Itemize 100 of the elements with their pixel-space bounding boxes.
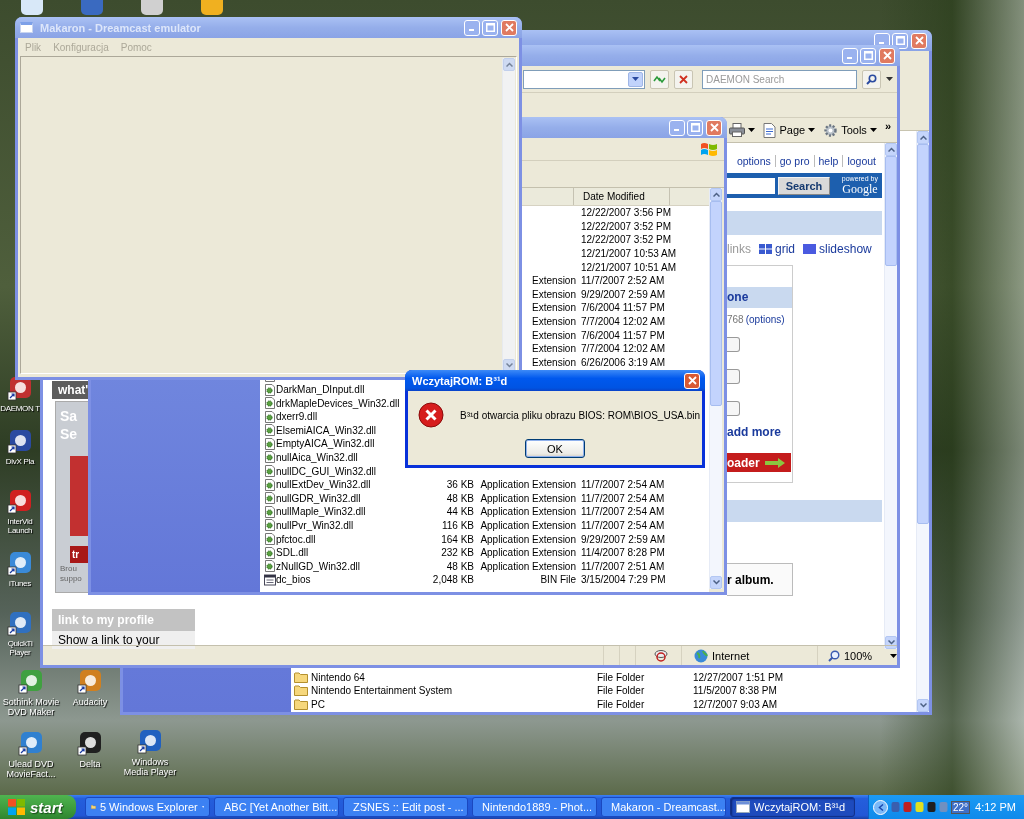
close-button[interactable] — [706, 119, 722, 136]
show-hidden-icons-button[interactable] — [873, 799, 888, 815]
search-icon — [866, 73, 877, 85]
app-icon[interactable] — [7, 610, 33, 636]
globe-icon — [694, 648, 708, 663]
text-field[interactable] — [727, 369, 740, 384]
tray-icon[interactable] — [927, 801, 936, 813]
scrollbar-thumb[interactable] — [917, 144, 929, 524]
scrollbar[interactable] — [502, 58, 515, 372]
maximize-button[interactable] — [482, 19, 498, 36]
app-icon[interactable] — [77, 730, 103, 756]
date-modified: 3/15/2004 7:29 PM — [580, 574, 666, 586]
icon-label: Delta — [79, 759, 101, 770]
slideshow-icon — [803, 244, 817, 254]
tray-icon[interactable] — [915, 801, 924, 813]
nav-link[interactable]: logout — [842, 155, 880, 167]
file-type: File Folder — [597, 698, 646, 710]
file-icon — [264, 410, 276, 423]
file-icon — [264, 424, 276, 437]
menu-button[interactable]: Tools — [823, 122, 877, 138]
close-button[interactable] — [684, 372, 700, 389]
scrollbar[interactable] — [709, 188, 722, 589]
app-icon[interactable] — [137, 728, 163, 754]
ok-button[interactable]: OK — [525, 439, 585, 458]
scroll-up-button[interactable] — [917, 131, 929, 144]
app-icon[interactable] — [7, 428, 33, 454]
text-field[interactable] — [727, 401, 740, 416]
file-name: dc_bios — [276, 574, 311, 586]
scroll-down-button[interactable] — [710, 576, 722, 589]
taskbar-button[interactable]: Makaron - Dreamcast... — [601, 797, 726, 817]
search-button[interactable]: Search — [778, 176, 830, 195]
taskbar-button[interactable]: Nintendo1889 - Phot... — [472, 797, 597, 817]
maximize-button[interactable] — [892, 32, 908, 49]
add-more-link[interactable]: add more — [727, 425, 792, 439]
maximize-icon — [485, 23, 495, 32]
address-field[interactable] — [523, 69, 645, 89]
error-message: B³¹d otwarcia pliku obrazu BIOS: ROM\BIOS_USA.bin — [460, 409, 701, 421]
scrollbar-thumb[interactable] — [710, 201, 722, 406]
file-size: 164 KB — [441, 533, 475, 545]
scrollbar[interactable] — [884, 143, 897, 649]
app-icon[interactable] — [18, 730, 44, 756]
taskbar-button[interactable]: ZSNES :: Edit post - ... — [343, 797, 468, 817]
text-field[interactable] — [727, 337, 740, 352]
zoom-button[interactable]: 100% — [828, 649, 897, 662]
album-tab[interactable]: one — [727, 287, 792, 308]
maximize-button[interactable] — [860, 47, 876, 64]
scroll-down-button[interactable] — [885, 636, 897, 649]
options-link[interactable]: (options) — [745, 314, 785, 325]
stop-button[interactable] — [674, 69, 693, 89]
maximize-button[interactable] — [687, 119, 703, 136]
file-type: Extension — [532, 356, 577, 368]
chevron-up-icon — [505, 62, 513, 67]
uploader-button[interactable]: oader — [727, 453, 791, 472]
close-button[interactable] — [879, 47, 895, 64]
scroll-up-button[interactable] — [885, 143, 897, 156]
close-button[interactable] — [501, 19, 517, 36]
file-name: pfctoc.dll — [276, 533, 316, 545]
scroll-up-button[interactable] — [503, 58, 515, 71]
dropdown-button[interactable] — [628, 71, 643, 87]
taskbar-button[interactable]: WczytajROM: B³¹d — [730, 797, 855, 817]
minimize-button[interactable] — [464, 19, 480, 36]
refresh-icon — [653, 74, 666, 84]
nav-link[interactable]: go pro — [774, 155, 814, 167]
view-link[interactable]: grid — [759, 242, 796, 256]
file-name: Nintendo 64 — [311, 671, 366, 683]
chevron-down-icon — [505, 363, 513, 368]
start-button[interactable]: start — [0, 795, 76, 819]
file-icon — [264, 519, 276, 532]
scroll-up-button[interactable] — [710, 188, 722, 201]
search-button[interactable] — [862, 69, 881, 89]
menu-button[interactable]: Page — [763, 122, 816, 138]
file-name: SDL.dll — [276, 547, 309, 559]
close-icon — [504, 23, 514, 32]
date-modified: 12/27/2007 1:51 PM — [693, 671, 785, 683]
scrollbar-thumb[interactable] — [885, 156, 897, 266]
search-options-button[interactable] — [886, 77, 893, 81]
refresh-button[interactable] — [650, 69, 669, 89]
album-note: r album. — [727, 563, 793, 596]
search-field[interactable]: DAEMON Search — [702, 69, 857, 89]
app-icon[interactable] — [7, 488, 33, 514]
scroll-down-button[interactable] — [917, 699, 929, 712]
print-button[interactable] — [729, 123, 756, 137]
close-button[interactable] — [911, 32, 927, 49]
nav-link[interactable]: options — [736, 155, 775, 167]
scrollbar[interactable] — [916, 131, 929, 712]
privacy-icon[interactable] — [654, 649, 668, 662]
taskbar-button[interactable]: 5 Windows Explorer — [85, 797, 210, 817]
minimize-button[interactable] — [842, 47, 858, 64]
minimize-button[interactable] — [669, 119, 685, 136]
nav-link[interactable]: help — [813, 155, 843, 167]
search-input[interactable] — [727, 177, 775, 194]
file-type: Extension — [532, 329, 577, 341]
taskbar-button[interactable]: ABC [Yet Another Bitt... — [214, 797, 339, 817]
date-modified: 9/29/2007 2:59 AM — [580, 288, 665, 300]
date-modified: 7/7/2004 12:02 AM — [580, 316, 665, 328]
app-icon[interactable] — [7, 550, 33, 576]
chevron-up-icon — [712, 192, 720, 197]
view-link[interactable]: slideshow — [803, 242, 872, 256]
more-button[interactable]: » — [884, 120, 891, 132]
date-modified: 9/29/2007 2:59 AM — [580, 533, 665, 545]
